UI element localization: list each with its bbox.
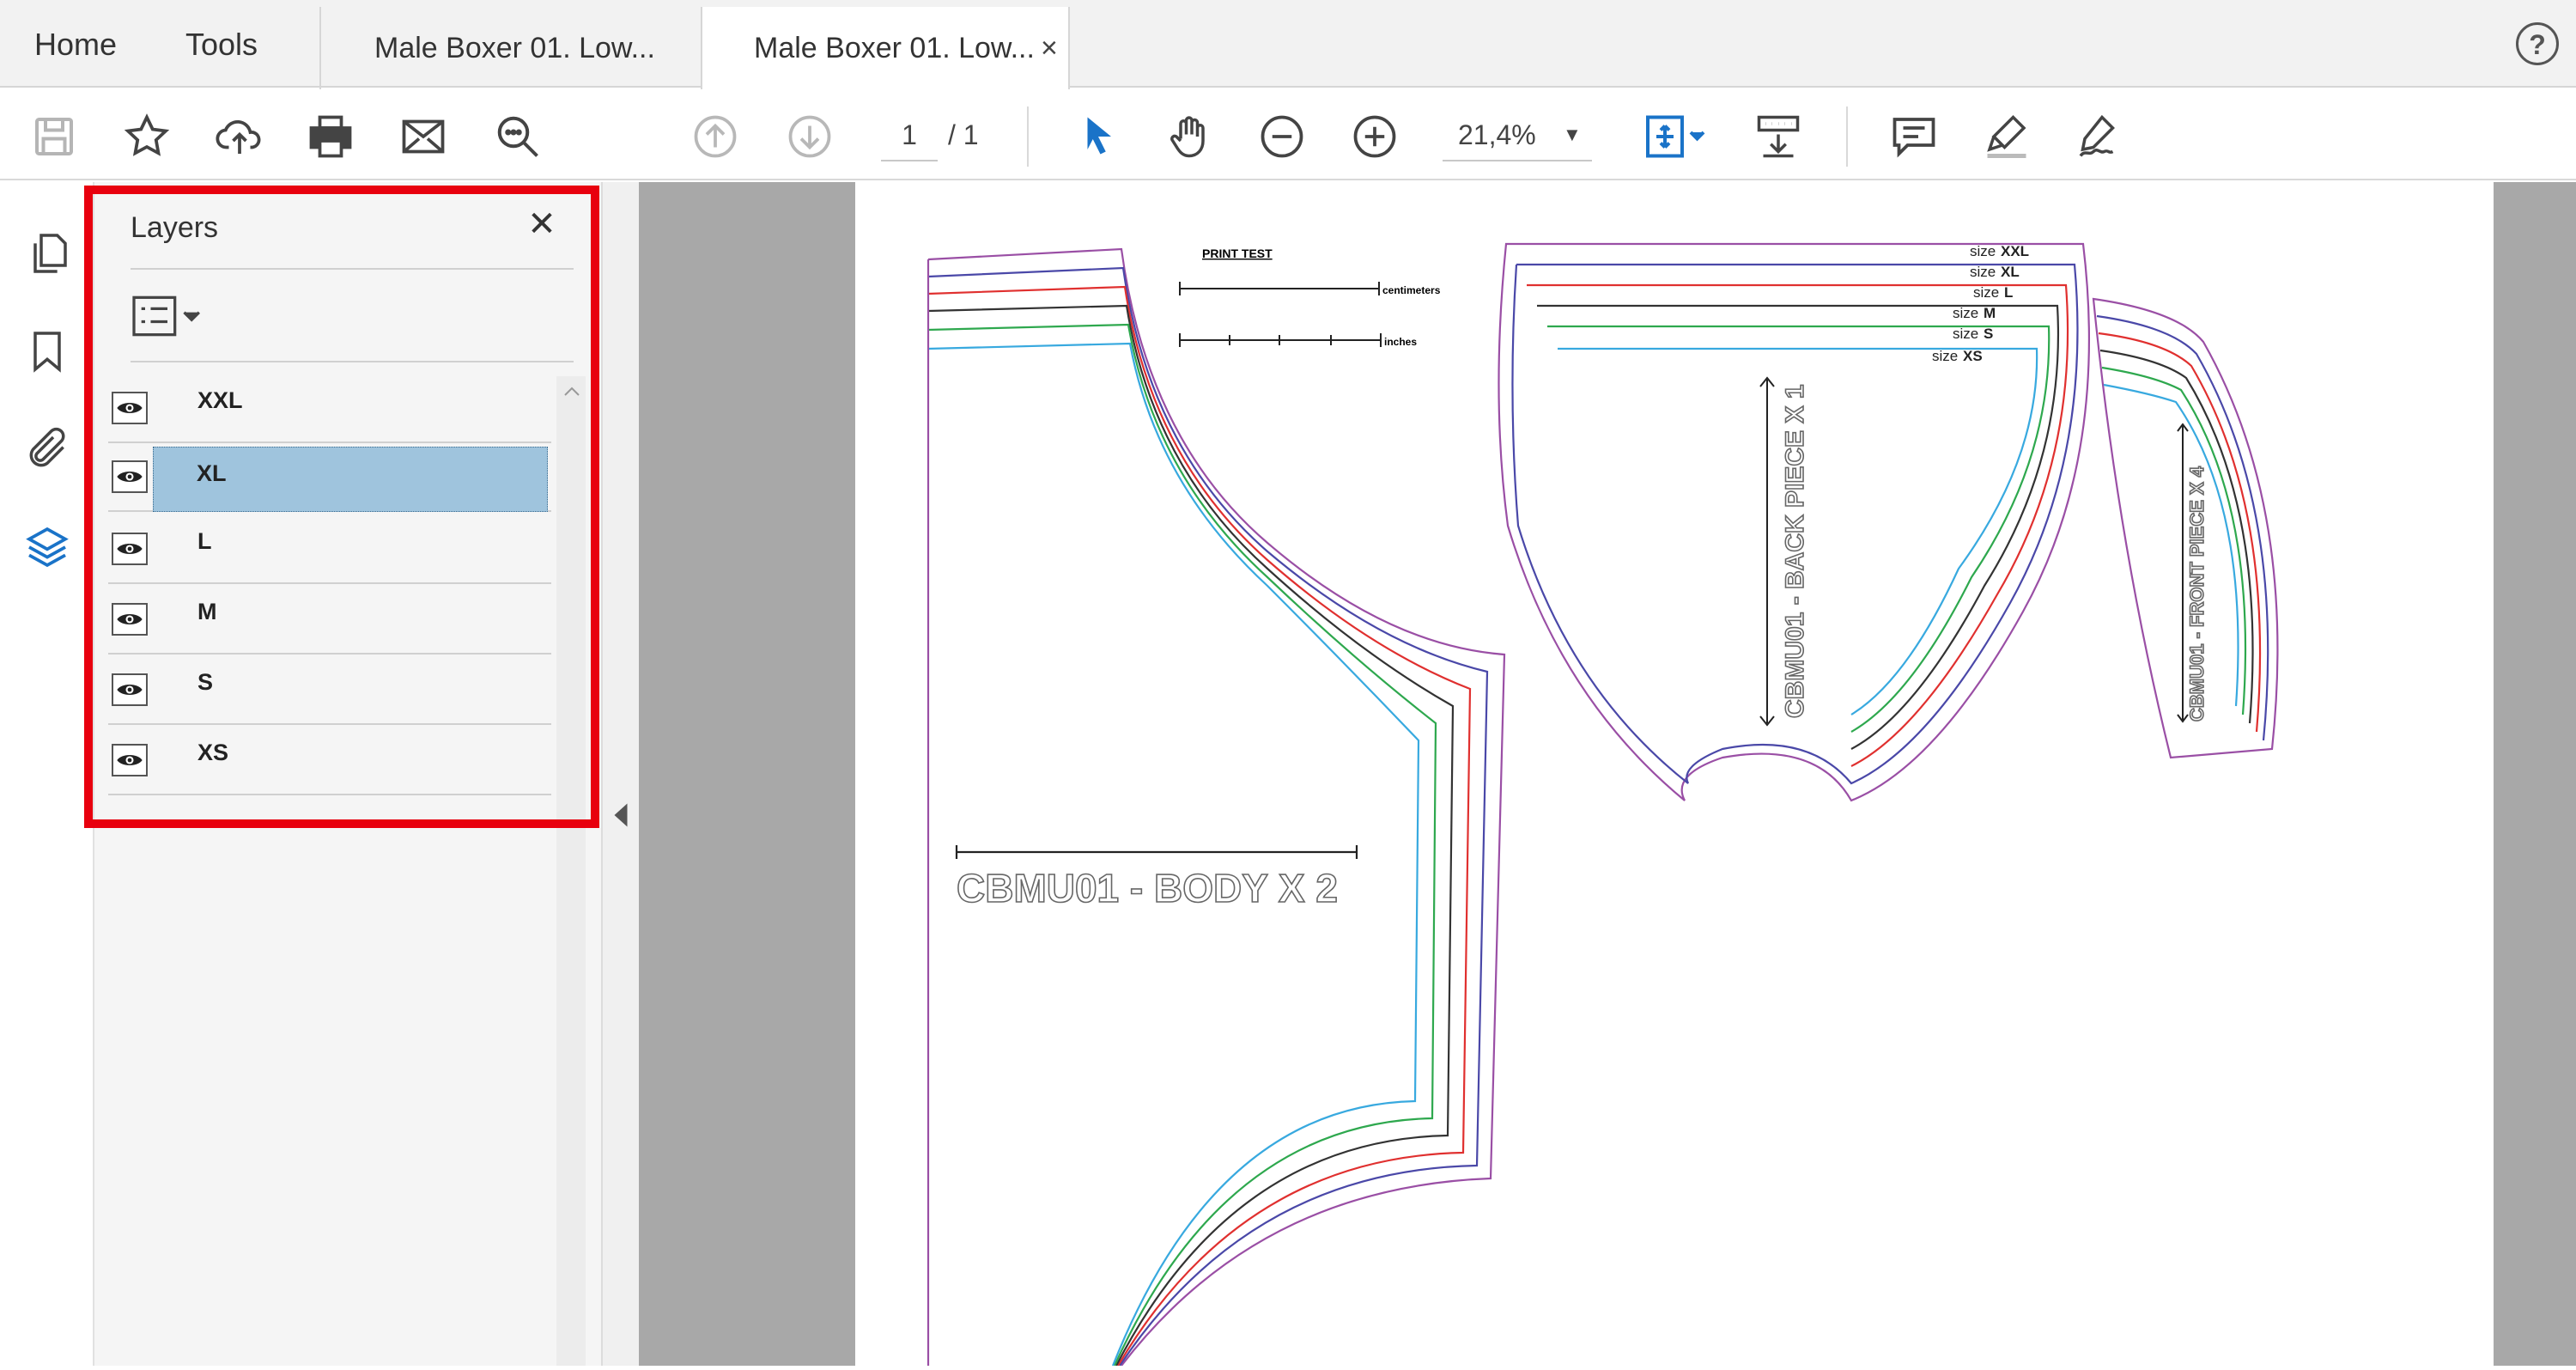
toolbar-divider xyxy=(1027,107,1029,167)
scroll-mode-icon[interactable] xyxy=(1748,108,1808,165)
tab-document-1[interactable]: Male Boxer 01. Low... xyxy=(319,7,701,89)
cloud-upload-icon[interactable] xyxy=(211,108,268,165)
chevron-down-icon: ▼ xyxy=(1563,124,1582,145)
zoom-out-icon[interactable] xyxy=(1254,108,1310,165)
size-word: size xyxy=(1970,243,1996,259)
print-icon[interactable] xyxy=(302,108,359,165)
save-icon[interactable] xyxy=(26,108,82,165)
help-icon[interactable]: ? xyxy=(2516,22,2559,65)
tab-document-1-label: Male Boxer 01. Low... xyxy=(374,32,655,64)
hand-icon[interactable] xyxy=(1161,108,1218,165)
centimeters-label: centimeters xyxy=(1382,284,1441,296)
sign-icon[interactable] xyxy=(2069,108,2126,165)
zoom-in-icon[interactable] xyxy=(1346,108,1403,165)
size-label: L xyxy=(2004,284,2013,301)
size-word: size xyxy=(1932,348,1958,364)
pages-icon[interactable] xyxy=(19,225,76,282)
print-test-label: PRINT TEST xyxy=(1202,247,1273,260)
back-size-labels: size XXL size XL size L size M size S size XS xyxy=(1932,243,2029,364)
tab-document-2-label: Male Boxer 01. Low... xyxy=(754,32,1035,64)
back-piece-label: CBMU01 - BACK PIECE X 1 xyxy=(1781,385,1809,718)
fit-page-icon[interactable] xyxy=(1635,108,1712,165)
zoom-value: 21,4% xyxy=(1458,119,1536,150)
bookmark-icon[interactable] xyxy=(19,323,76,380)
star-icon[interactable] xyxy=(118,108,175,165)
toolbar: 1 / 1 21,4% ▼ xyxy=(0,89,2576,180)
tab-document-2[interactable]: Male Boxer 01. Low... × xyxy=(701,7,1070,89)
highlight-icon[interactable] xyxy=(1978,108,2035,165)
size-word: size xyxy=(1953,305,1978,321)
zoom-level-select[interactable]: 21,4% ▼ xyxy=(1443,108,1592,161)
size-label: S xyxy=(1984,326,1993,342)
size-label: XL xyxy=(2001,264,2020,280)
size-word: size xyxy=(1970,264,1996,280)
size-label: M xyxy=(1984,305,1996,321)
size-label: XS xyxy=(1963,348,1983,364)
attachment-icon[interactable] xyxy=(19,421,76,478)
page-down-icon[interactable] xyxy=(781,108,838,165)
front-piece-label: CBMU01 - FRONT PIECE X 4 xyxy=(2186,466,2208,722)
collapse-panel-icon[interactable] xyxy=(613,802,629,828)
pdf-page: PRINT TEST centimeters inches CBMU01 - B… xyxy=(855,182,2494,1367)
page-number-input[interactable]: 1 xyxy=(881,108,938,161)
select-arrow-icon[interactable] xyxy=(1070,108,1127,165)
left-rail xyxy=(0,182,94,1366)
close-tab-icon[interactable]: × xyxy=(1041,7,1058,89)
layers-icon[interactable] xyxy=(19,519,76,575)
search-icon[interactable] xyxy=(489,108,546,165)
mail-icon[interactable] xyxy=(395,108,452,165)
sewing-pattern-drawing: PRINT TEST centimeters inches CBMU01 - B… xyxy=(927,242,2279,1367)
body-piece-label: CBMU01 - BODY X 2 xyxy=(957,866,1338,910)
size-word: size xyxy=(1973,284,1999,301)
tab-tools[interactable]: Tools xyxy=(185,0,258,88)
size-label: XXL xyxy=(2001,243,2029,259)
comment-icon[interactable] xyxy=(1886,108,1942,165)
toolbar-divider xyxy=(1846,107,1848,167)
panel-splitter[interactable] xyxy=(601,182,639,1366)
page-total: / 1 xyxy=(948,119,979,150)
inches-label: inches xyxy=(1384,336,1417,348)
tab-bar: Home Tools Male Boxer 01. Low... Male Bo… xyxy=(0,0,2576,89)
page-up-icon[interactable] xyxy=(687,108,744,165)
highlight-box xyxy=(84,186,599,828)
body-piece xyxy=(927,247,1506,1367)
size-word: size xyxy=(1953,326,1978,342)
tab-home[interactable]: Home xyxy=(34,0,117,88)
